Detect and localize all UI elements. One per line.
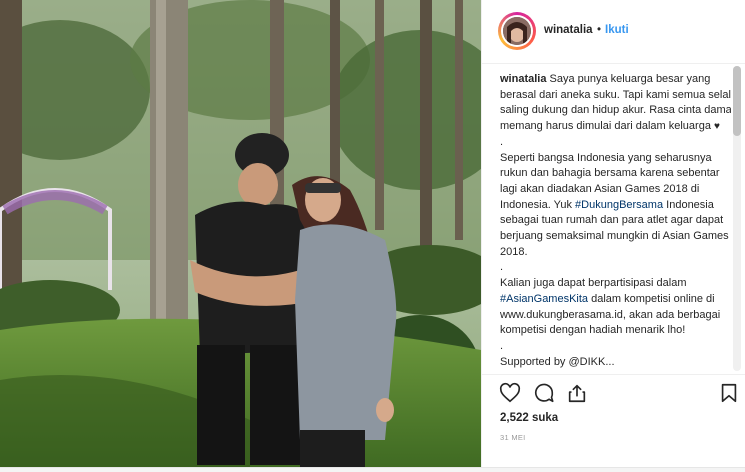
caption-separator: . [500, 339, 504, 352]
caption-paragraph-4: Supported by @DIKK... [500, 355, 615, 368]
username-link[interactable]: winatalia [544, 24, 593, 36]
hashtag-dukungbersama[interactable]: #DukungBersama [575, 199, 663, 211]
post-header: winatalia • Ikuti [482, 0, 745, 64]
instagram-post-embed: winatalia • Ikuti winatalia Saya punya k… [0, 0, 745, 472]
heart-emoji-icon: ♥ [714, 121, 720, 133]
post-photo[interactable] [0, 0, 481, 468]
scrollbar-thumb[interactable] [733, 66, 741, 136]
comment-bubble-icon[interactable] [533, 382, 555, 404]
share-icon[interactable] [566, 382, 588, 404]
heart-outline-icon[interactable] [499, 382, 521, 404]
caption-area[interactable]: winatalia Saya punya keluarga besar yang… [482, 64, 731, 374]
caption-author[interactable]: winatalia [500, 73, 546, 85]
couple-in-forest-image [0, 0, 481, 468]
avatar-photo [503, 17, 531, 45]
caption-separator: . [500, 135, 504, 148]
bookmark-icon[interactable] [718, 382, 740, 404]
avatar[interactable] [498, 12, 536, 50]
bottom-divider [0, 467, 745, 472]
separator-dot: • [597, 24, 602, 36]
hashtag-asiangameskita[interactable]: #AsianGamesKita [500, 293, 588, 305]
caption-paragraph-3a: Kalian juga dapat berpartisipasi dalam [500, 277, 687, 290]
like-count[interactable]: 2,522 suka [500, 412, 558, 424]
post-side-panel: winatalia • Ikuti winatalia Saya punya k… [481, 0, 745, 468]
post-date: 31 MEI [500, 433, 526, 442]
caption-separator: . [500, 261, 504, 274]
actions-divider [482, 374, 745, 375]
follow-button[interactable]: Ikuti [605, 24, 629, 36]
caption-text: winatalia Saya punya keluarga besar yang… [500, 72, 731, 370]
caption-scrollbar[interactable] [733, 66, 741, 371]
